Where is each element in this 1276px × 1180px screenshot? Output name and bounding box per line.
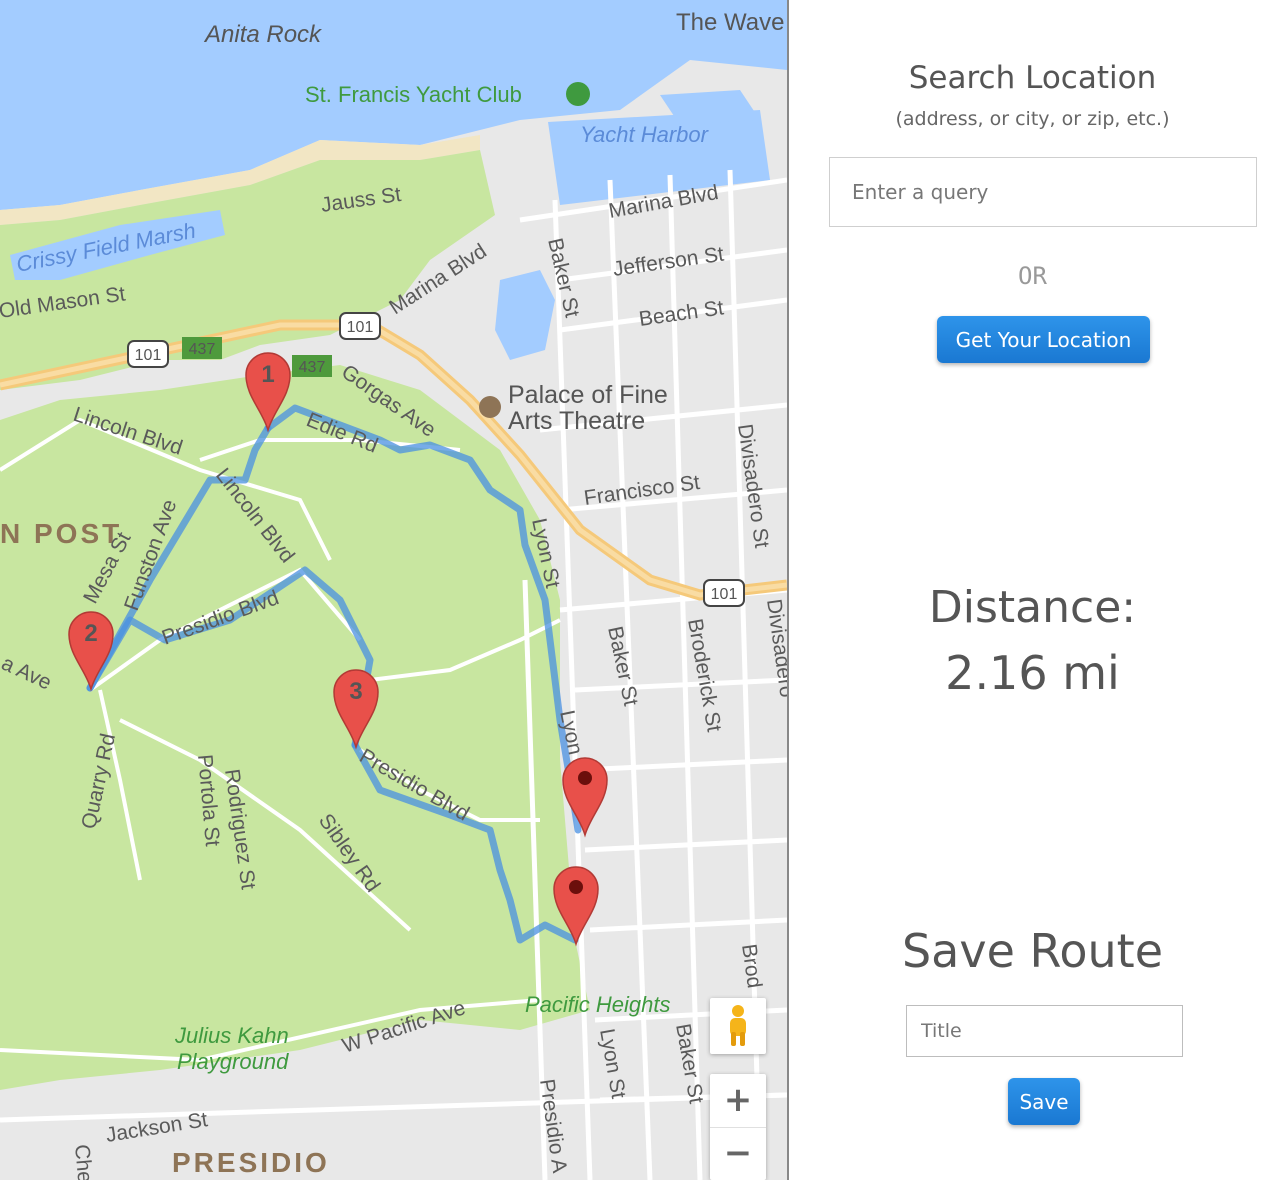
save-route-title: Save Route — [901, 924, 1164, 978]
yacht-club-icon — [566, 82, 590, 106]
query-input[interactable] — [829, 157, 1257, 227]
label-palace-2: Arts Theatre — [508, 407, 645, 435]
label-presidio-area: PRESIDIO — [172, 1147, 330, 1178]
distance-label: Distance: — [928, 582, 1137, 633]
zoom-out-button[interactable]: − — [710, 1127, 766, 1180]
label-pacific-heights: Pacific Heights — [525, 992, 671, 1017]
distance-value: 2.16 mi — [945, 646, 1120, 700]
pegman-icon — [730, 1005, 746, 1046]
label-palace-1: Palace of Fine — [508, 381, 668, 409]
zoom-in-button[interactable]: + — [710, 1074, 766, 1128]
save-button[interactable]: Save — [1008, 1078, 1080, 1125]
svg-text:1: 1 — [261, 361, 274, 388]
label-yacht-harbor: Yacht Harbor — [580, 122, 710, 147]
get-location-button[interactable]: Get Your Location — [937, 316, 1150, 363]
label-julius-2: Playground — [177, 1049, 289, 1074]
svg-text:101: 101 — [711, 586, 738, 603]
svg-text:2: 2 — [84, 620, 97, 647]
label-the-wave: The Wave — [676, 9, 784, 36]
label-yacht-club: St. Francis Yacht Club — [305, 82, 522, 107]
svg-text:3: 3 — [349, 678, 362, 705]
label-anita-rock: Anita Rock — [203, 21, 323, 48]
svg-text:101: 101 — [347, 319, 374, 336]
presidio-park — [0, 365, 590, 1090]
street-view-pegman[interactable] — [710, 998, 766, 1054]
side-panel: Search Location (address, or city, or zi… — [789, 0, 1276, 1180]
svg-text:437: 437 — [189, 341, 216, 358]
label-post: N POST — [0, 518, 122, 549]
label-che: Che — [70, 1143, 96, 1180]
search-location-title: Search Location — [908, 60, 1157, 96]
map-view[interactable]: 101 101 101 437 437 Anita Rock The Wave … — [0, 0, 787, 1180]
svg-text:437: 437 — [299, 359, 326, 376]
map-canvas[interactable]: 101 101 101 437 437 Anita Rock The Wave … — [0, 0, 787, 1180]
theatre-icon — [479, 396, 501, 418]
search-location-subtitle: (address, or city, or zip, etc.) — [895, 108, 1170, 130]
or-separator: OR — [1018, 262, 1047, 290]
zoom-control: + − — [710, 1074, 766, 1180]
label-julius-1: Julius Kahn — [174, 1023, 289, 1048]
route-title-input[interactable] — [906, 1005, 1183, 1057]
svg-text:101: 101 — [135, 347, 162, 364]
